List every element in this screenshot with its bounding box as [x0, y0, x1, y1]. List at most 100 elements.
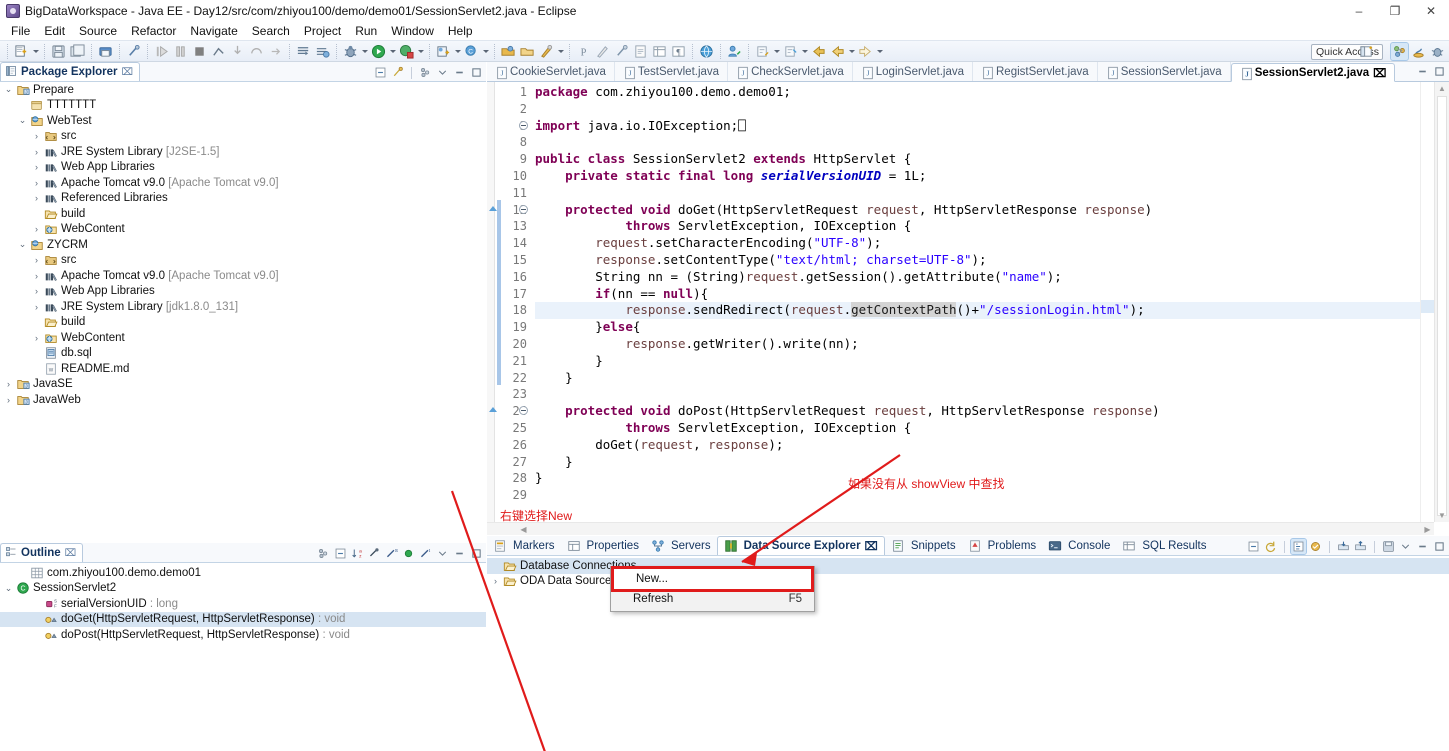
run-dropdown-icon[interactable]	[388, 43, 397, 60]
collapse-all-icon[interactable]	[373, 65, 388, 80]
package-explorer-item[interactable]: TTTTTTT	[0, 98, 486, 114]
resume-icon[interactable]	[153, 43, 170, 60]
code-line[interactable]	[535, 386, 1420, 403]
bottom-panel-tab[interactable]: Snippets	[885, 536, 962, 555]
focus-on-active-task-icon[interactable]	[316, 546, 331, 561]
code-editor[interactable]: 1238910111213141516171819202122232425262…	[487, 82, 1449, 535]
code-line[interactable]: if(nn == null){	[535, 286, 1420, 303]
print-icon[interactable]	[97, 43, 114, 60]
open-type-icon[interactable]	[295, 43, 312, 60]
code-line[interactable]: throws ServletException, IOException {	[535, 218, 1420, 235]
bottom-panel-tab[interactable]: Properties	[561, 536, 645, 555]
chevron-right-icon[interactable]: ›	[30, 302, 43, 312]
back-history-icon[interactable]	[829, 43, 846, 60]
chevron-right-icon[interactable]: ›	[30, 224, 43, 234]
package-explorer-item[interactable]: ⌄ WebTest	[0, 113, 486, 129]
close-icon[interactable]: ⌧	[865, 539, 878, 553]
perspective-java-ee-icon[interactable]	[1390, 42, 1409, 61]
package-explorer-item[interactable]: › JRE System Library [jdk1.8.0_131]	[0, 299, 486, 315]
code-line[interactable]	[535, 185, 1420, 202]
ping-connection-icon[interactable]	[1308, 539, 1323, 554]
hide-local-types-icon[interactable]: t	[418, 546, 433, 561]
package-explorer-item[interactable]: › src	[0, 129, 486, 145]
menu-project[interactable]: Project	[297, 23, 348, 39]
step-over-icon[interactable]	[248, 43, 265, 60]
menu-search[interactable]: Search	[245, 23, 297, 39]
format-icon[interactable]	[594, 43, 611, 60]
code-line[interactable]: }	[535, 370, 1420, 387]
debug-icon[interactable]	[342, 43, 359, 60]
editor-tab[interactable]: J CookieServlet.java	[487, 62, 615, 81]
editor-tab[interactable]: J SessionServlet2.java ⌧	[1230, 63, 1396, 82]
view-menu-icon[interactable]	[418, 65, 433, 80]
code-line[interactable]: doGet(request, response);	[535, 437, 1420, 454]
view-menu-chevron-icon[interactable]	[435, 546, 450, 561]
menu-window[interactable]: Window	[384, 23, 441, 39]
hide-non-public-icon[interactable]	[401, 546, 416, 561]
paragraph-icon[interactable]: ¶	[670, 43, 687, 60]
open-task-icon[interactable]	[314, 43, 331, 60]
editor-tab[interactable]: J CheckServlet.java	[728, 62, 853, 81]
package-explorer-item[interactable]: › WebContent	[0, 222, 486, 238]
code-line[interactable]: throws ServletException, IOException {	[535, 420, 1420, 437]
menu-file[interactable]: File	[4, 23, 37, 39]
suspend-icon[interactable]	[172, 43, 189, 60]
context-menu[interactable]: New... Refresh F5	[610, 566, 815, 612]
back-dropdown-icon[interactable]	[847, 43, 856, 60]
vscroll-thumb[interactable]	[1437, 96, 1447, 516]
new-class-dropdown-icon[interactable]	[481, 43, 490, 60]
hide-fields-icon[interactable]	[367, 546, 382, 561]
outline-item[interactable]: ⌄ C SessionServlet2	[0, 581, 486, 597]
step-return-icon[interactable]	[267, 43, 284, 60]
new-wizard-dropdown-icon[interactable]	[31, 43, 40, 60]
step-into-icon[interactable]	[229, 43, 246, 60]
minimize-button[interactable]: –	[1341, 0, 1377, 22]
table-icon[interactable]	[651, 43, 668, 60]
save-icon[interactable]	[50, 43, 67, 60]
run-external-dropdown-icon[interactable]	[416, 43, 425, 60]
run-external-tools-icon[interactable]	[398, 43, 415, 60]
package-explorer-item[interactable]: › Web App Libraries	[0, 160, 486, 176]
menu-edit[interactable]: Edit	[37, 23, 72, 39]
chevron-right-icon[interactable]: ›	[30, 255, 43, 265]
forward-dropdown-icon[interactable]	[875, 43, 884, 60]
menu-refactor[interactable]: Refactor	[124, 23, 183, 39]
open-folder-icon[interactable]	[519, 43, 536, 60]
minimize-view-icon[interactable]	[1415, 539, 1430, 554]
link-with-editor-icon[interactable]	[390, 65, 405, 80]
previous-annotation-dropdown-icon[interactable]	[772, 43, 781, 60]
tab-package-explorer[interactable]: Package Explorer ⌧	[0, 62, 141, 81]
code-line[interactable]: public class SessionServlet2 extends Htt…	[535, 151, 1420, 168]
terminate-icon[interactable]	[191, 43, 208, 60]
editor-tab[interactable]: J RegistServlet.java	[973, 62, 1098, 81]
import-icon[interactable]	[1336, 539, 1351, 554]
maximize-button[interactable]: ❐	[1377, 0, 1413, 22]
editor-tab[interactable]: J SessionServlet.java	[1098, 62, 1231, 81]
export-icon[interactable]	[1353, 539, 1368, 554]
code-line[interactable]: }	[535, 454, 1420, 471]
package-explorer-item[interactable]: ⌄ J Prepare	[0, 82, 486, 98]
link-with-editor-icon[interactable]	[613, 43, 630, 60]
code-line[interactable]: String nn = (String)request.getSession()…	[535, 269, 1420, 286]
code-line[interactable]: import java.io.IOException;⎕	[535, 118, 1420, 135]
bottom-panel-tab[interactable]: Markers	[487, 536, 561, 555]
code-line[interactable]: package com.zhiyou100.demo.demo01;	[535, 84, 1420, 101]
outline-item[interactable]: doPost(HttpServletRequest, HttpServletRe…	[0, 627, 486, 643]
forward-icon[interactable]	[857, 43, 874, 60]
overview-ruler[interactable]	[1420, 82, 1434, 522]
open-resource-icon[interactable]	[500, 43, 517, 60]
package-explorer-item[interactable]: db.sql	[0, 346, 486, 362]
minimize-editor-icon[interactable]	[1415, 64, 1430, 79]
new-java-project-dropdown-icon[interactable]	[453, 43, 462, 60]
close-button[interactable]: ✕	[1413, 0, 1449, 22]
editor-vertical-scrollbar[interactable]: ▲ ▼	[1434, 82, 1449, 522]
chevron-right-icon[interactable]: ›	[30, 333, 43, 343]
next-annotation-dropdown-icon[interactable]	[800, 43, 809, 60]
debug-dropdown-icon[interactable]	[360, 43, 369, 60]
context-menu-item[interactable]: Refresh F5	[611, 589, 814, 609]
code-line[interactable]: private static final long serialVersionU…	[535, 168, 1420, 185]
package-explorer-item[interactable]: › Apache Tomcat v9.0 [Apache Tomcat v9.0…	[0, 175, 486, 191]
minimize-view-icon[interactable]	[452, 546, 467, 561]
maximize-view-icon[interactable]	[1432, 539, 1447, 554]
minimize-view-icon[interactable]	[452, 65, 467, 80]
